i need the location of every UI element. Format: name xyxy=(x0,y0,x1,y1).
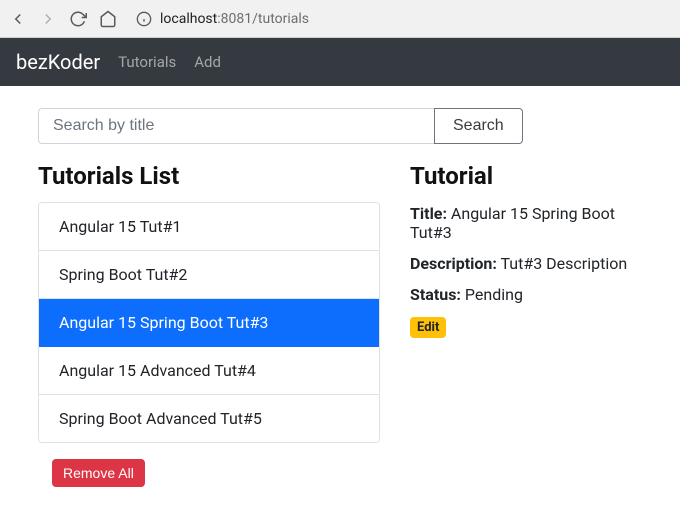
nav-link-tutorials[interactable]: Tutorials xyxy=(118,53,176,71)
reload-icon[interactable] xyxy=(68,9,88,29)
tutorial-detail-heading: Tutorial xyxy=(410,162,642,190)
detail-status-value: Pending xyxy=(465,285,523,304)
browser-toolbar: localhost:8081/tutorials xyxy=(0,0,680,38)
list-item[interactable]: Angular 15 Advanced Tut#4 xyxy=(39,347,379,395)
detail-status-row: Status: Pending xyxy=(410,285,642,304)
detail-title-row: Title: Angular 15 Spring Boot Tut#3 xyxy=(410,204,642,242)
detail-description-label: Description: xyxy=(410,254,497,273)
search-row: Search xyxy=(38,108,642,144)
list-item[interactable]: Angular 15 Tut#1 xyxy=(39,203,379,251)
detail-description-value: Tut#3 Description xyxy=(501,254,628,273)
forward-icon[interactable] xyxy=(38,9,58,29)
search-input[interactable] xyxy=(38,108,434,144)
remove-all-button[interactable]: Remove All xyxy=(52,459,145,487)
detail-description-row: Description: Tut#3 Description xyxy=(410,254,642,273)
back-icon[interactable] xyxy=(8,9,28,29)
app-navbar: bezKoder Tutorials Add xyxy=(0,38,680,86)
list-item[interactable]: Spring Boot Tut#2 xyxy=(39,251,379,299)
info-icon xyxy=(136,11,152,27)
search-button[interactable]: Search xyxy=(434,108,523,144)
list-item[interactable]: Spring Boot Advanced Tut#5 xyxy=(39,395,379,442)
list-item[interactable]: Angular 15 Spring Boot Tut#3 xyxy=(39,299,379,347)
url-text: localhost:8081/tutorials xyxy=(160,11,309,27)
brand-logo[interactable]: bezKoder xyxy=(16,50,100,74)
home-icon[interactable] xyxy=(98,9,118,29)
edit-button[interactable]: Edit xyxy=(410,317,446,338)
nav-link-add[interactable]: Add xyxy=(194,53,221,71)
tutorials-list-heading: Tutorials List xyxy=(38,162,380,190)
detail-status-label: Status: xyxy=(410,285,461,304)
address-bar[interactable]: localhost:8081/tutorials xyxy=(128,11,672,27)
detail-title-label: Title: xyxy=(410,204,447,223)
tutorials-list: Angular 15 Tut#1Spring Boot Tut#2Angular… xyxy=(38,202,380,443)
